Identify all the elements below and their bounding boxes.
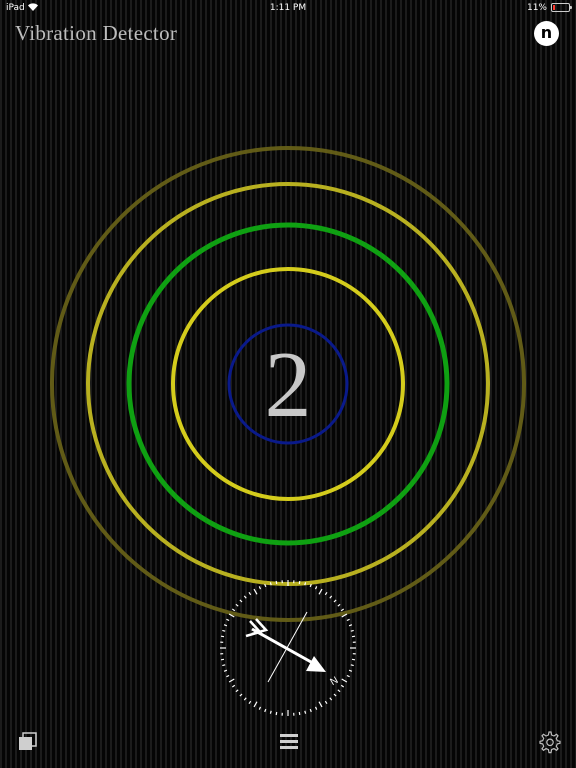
- compass-arrow: [245, 618, 326, 672]
- compass-tick: [275, 711, 278, 716]
- compass-tick: [258, 706, 262, 710]
- compass-tick: [318, 701, 323, 708]
- compass-tick: [304, 710, 307, 714]
- compass-tick: [243, 697, 247, 701]
- compass-tick: [333, 599, 337, 603]
- compass-tick: [243, 595, 247, 599]
- compass-tick: [337, 689, 341, 693]
- compass-tick: [253, 701, 258, 708]
- compass-tick: [340, 684, 345, 688]
- compass-tick: [264, 708, 267, 713]
- compass-tick: [348, 669, 353, 672]
- compass-tick: [318, 588, 323, 595]
- compass-north-label: N: [329, 675, 341, 688]
- compass-tick: [337, 603, 341, 607]
- compass-tick: [223, 669, 228, 672]
- compass-tick: [333, 693, 337, 697]
- compass-tick: [269, 710, 272, 714]
- compass-tick: [231, 608, 236, 612]
- compass-tick: [314, 586, 318, 590]
- compass: N: [220, 580, 356, 716]
- compass-tick: [223, 624, 228, 627]
- compass-tick: [350, 629, 354, 632]
- compass-tick: [253, 588, 258, 595]
- compass-tick: [329, 595, 333, 599]
- compass-tick: [226, 674, 230, 678]
- compass-tick: [228, 613, 235, 618]
- compass-tick: [309, 583, 312, 588]
- compass-needle: [267, 611, 308, 683]
- compass-tick: [248, 591, 252, 596]
- compass-tick: [324, 591, 328, 596]
- compass-tick: [235, 603, 239, 607]
- compass-tick: [231, 684, 236, 688]
- compass-tick: [298, 580, 301, 585]
- compass-tick: [314, 706, 318, 710]
- compass-tick: [228, 678, 235, 683]
- compass-tick: [350, 664, 354, 667]
- compass-tick: [275, 580, 278, 585]
- compass-tick: [226, 618, 230, 622]
- gear-icon: [539, 731, 561, 754]
- compass-tick: [340, 608, 345, 612]
- compass-tick: [304, 582, 307, 586]
- compass-tick: [298, 711, 301, 716]
- compass-tick: [341, 613, 348, 618]
- settings-button[interactable]: [537, 730, 561, 754]
- menu-button[interactable]: [278, 732, 300, 752]
- compass-tick: [346, 618, 350, 622]
- compass-tick: [329, 697, 333, 701]
- compass-tick: [248, 700, 252, 705]
- compass-tick: [346, 674, 350, 678]
- compass-tick: [269, 582, 272, 586]
- compass-tick: [220, 658, 225, 661]
- compass-tick: [239, 693, 243, 697]
- compass-tick: [351, 658, 356, 661]
- windows-icon: [19, 732, 37, 750]
- compass-tick: [351, 635, 356, 638]
- compass-tick: [264, 583, 267, 588]
- compass-tick: [348, 624, 353, 627]
- windows-button[interactable]: [17, 731, 39, 753]
- compass-tick: [309, 708, 312, 713]
- compass-tick: [341, 678, 348, 683]
- compass-tick: [239, 599, 243, 603]
- menu-icon: [280, 734, 298, 749]
- compass-tick: [324, 700, 328, 705]
- compass-tick: [220, 635, 225, 638]
- compass-tick: [222, 664, 226, 667]
- compass-tick: [222, 629, 226, 632]
- compass-tick: [235, 689, 239, 693]
- compass-tick: [258, 586, 262, 590]
